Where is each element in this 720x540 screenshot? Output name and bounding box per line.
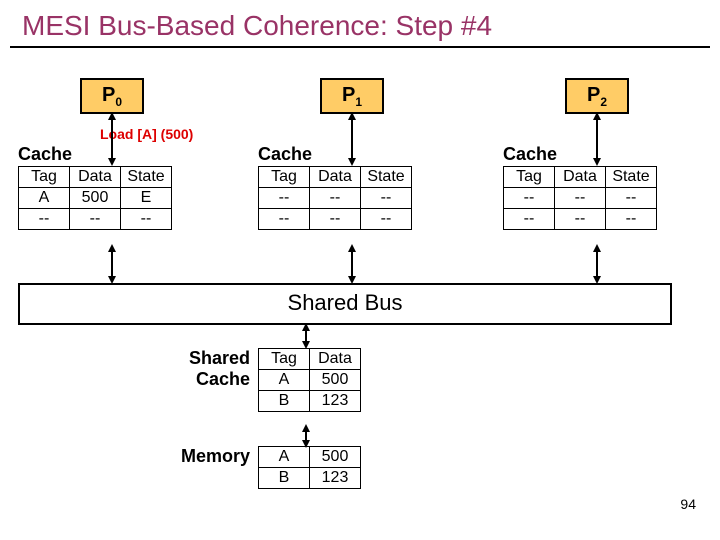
processor-p2: P2	[565, 78, 629, 114]
shared-bus: Shared Bus	[18, 283, 672, 325]
arrow-icon	[346, 112, 358, 166]
page-number: 94	[680, 496, 696, 512]
cache-label-0: Cache	[18, 144, 72, 165]
proc-sub: 2	[600, 95, 607, 109]
processor-p1: P1	[320, 78, 384, 114]
arrow-icon	[591, 112, 603, 166]
cache-table-1: TagDataState ------ ------	[258, 166, 412, 230]
cache-table-0: TagDataState A500E ------	[18, 166, 172, 230]
page-title: MESI Bus-Based Coherence: Step #4	[10, 0, 710, 48]
memory-table: A500 B123	[258, 446, 361, 489]
proc-letter: P	[342, 84, 355, 106]
cache-table-2: TagDataState ------ ------	[503, 166, 657, 230]
arrow-icon	[106, 112, 118, 166]
diagram-stage: P0 P1 P2 Load [A] (500) Cache Cache Cach…	[10, 48, 710, 518]
processor-p0: P0	[80, 78, 144, 114]
proc-sub: 0	[115, 95, 122, 109]
memory-label: Memory	[165, 446, 250, 467]
cache-label-2: Cache	[503, 144, 557, 165]
shared-cache-label: SharedCache	[180, 348, 250, 390]
shared-cache-table: TagData A500 B123	[258, 348, 361, 412]
arrow-icon	[300, 424, 312, 448]
proc-letter: P	[102, 84, 115, 106]
proc-letter: P	[587, 84, 600, 106]
arrow-icon	[591, 244, 603, 284]
arrow-icon	[346, 244, 358, 284]
proc-sub: 1	[355, 95, 362, 109]
cache-label-1: Cache	[258, 144, 312, 165]
arrow-icon	[106, 244, 118, 284]
arrow-icon	[300, 323, 312, 349]
